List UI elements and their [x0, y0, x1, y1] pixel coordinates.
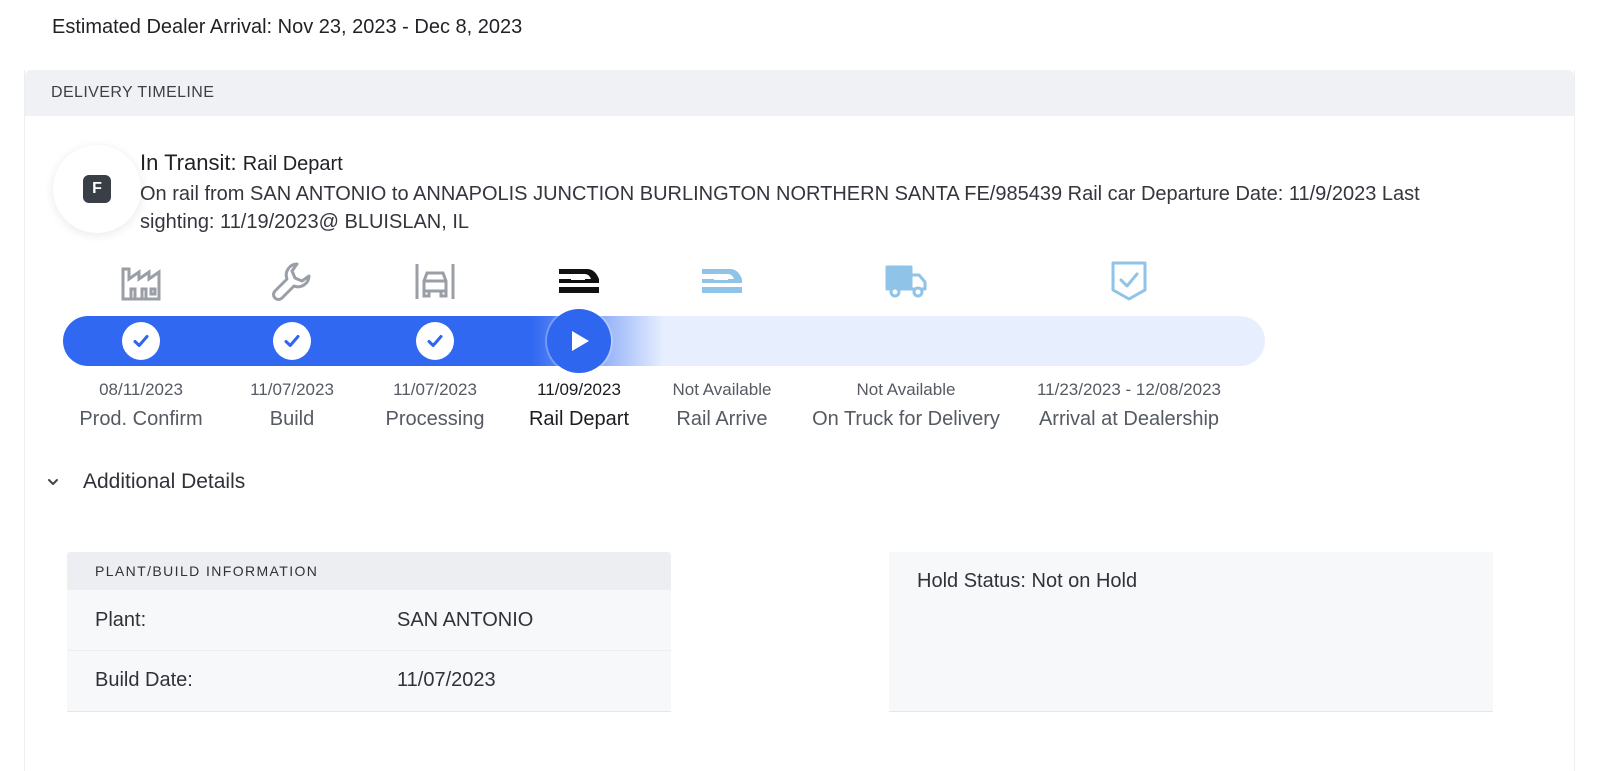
- check-icon: [273, 322, 311, 360]
- stage-label: Rail Arrive: [676, 408, 768, 430]
- plant-build-header: PLANT/BUILD INFORMATION: [67, 552, 671, 590]
- play-icon: [547, 309, 611, 373]
- stage-date: 11/09/2023: [537, 380, 621, 399]
- stage-label: Prod. Confirm: [79, 408, 203, 430]
- stage-on-truck: Not Available On Truck for Delivery: [806, 260, 1006, 431]
- row-key: Plant:: [95, 608, 147, 631]
- stage-label: Processing: [385, 408, 485, 430]
- status-title-stage: Rail Depart: [242, 153, 343, 175]
- status-badge: F: [53, 145, 141, 233]
- stage-date: 11/07/2023: [250, 380, 334, 399]
- check-icon: [122, 322, 160, 360]
- status-title-main: In Transit:: [140, 150, 237, 175]
- stage-label: Arrival at Dealership: [1038, 408, 1220, 430]
- factory-icon: [116, 260, 166, 302]
- stage-label: On Truck for Delivery: [812, 408, 1000, 430]
- truck-icon: [881, 260, 931, 302]
- stage-date: 11/07/2023: [393, 380, 477, 399]
- car-bay-icon: [410, 260, 460, 302]
- row-value: SAN ANTONIO: [397, 608, 534, 631]
- estimated-arrival: Estimated Dealer Arrival: Nov 23, 2023 -…: [52, 16, 523, 38]
- stage-date: Not Available: [856, 380, 956, 399]
- status-letter: F: [83, 175, 111, 203]
- stage-date: Not Available: [672, 380, 772, 399]
- additional-details-toggle[interactable]: Additional Details: [43, 470, 245, 494]
- stage-arrival-dealership: 11/23/2023 - 12/08/2023 Arrival at Deale…: [1029, 260, 1229, 431]
- train-icon: [697, 260, 747, 302]
- stage-label: Rail Depart: [528, 408, 630, 430]
- table-row: Build Date: 11/07/2023: [67, 650, 671, 710]
- chevron-down-icon[interactable]: [43, 472, 63, 492]
- shield-check-icon: [1104, 260, 1154, 302]
- timeline-header: DELIVERY TIMELINE: [25, 70, 1574, 116]
- additional-details-label[interactable]: Additional Details: [83, 470, 245, 494]
- hold-status-panel: Hold Status: Not on Hold: [889, 552, 1493, 712]
- stage-date: 11/23/2023 - 12/08/2023: [1036, 380, 1221, 399]
- status-description: On rail from SAN ANTONIO to ANNAPOLIS JU…: [140, 183, 1420, 233]
- status-title: In Transit: Rail Depart: [140, 150, 343, 176]
- stage-rail-arrive: Not Available Rail Arrive: [622, 260, 822, 431]
- stage-date: 08/11/2023: [99, 380, 183, 399]
- check-icon: [416, 322, 454, 360]
- hold-status: Hold Status: Not on Hold: [917, 570, 1138, 592]
- stage-label: Build: [269, 408, 315, 430]
- table-row: Plant: SAN ANTONIO: [67, 590, 671, 650]
- train-icon: [554, 260, 604, 302]
- delivery-timeline-card: DELIVERY TIMELINE F In Transit: Rail Dep…: [24, 70, 1575, 771]
- plant-build-panel: PLANT/BUILD INFORMATION Plant: SAN ANTON…: [67, 552, 671, 712]
- row-value: 11/07/2023: [397, 669, 496, 691]
- row-key: Build Date:: [95, 669, 193, 691]
- wrench-icon: [267, 260, 317, 302]
